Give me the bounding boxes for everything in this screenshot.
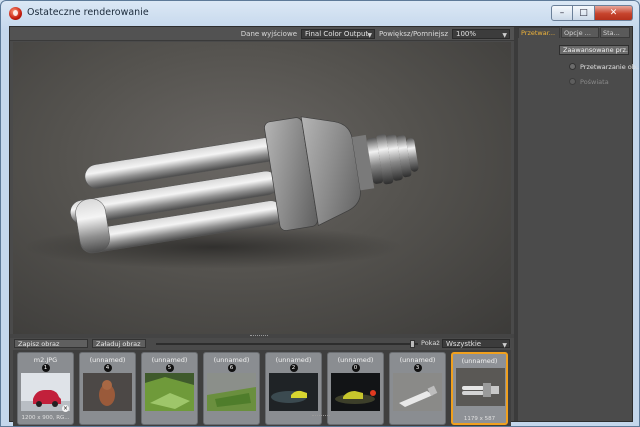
glow-option-label: Poświata (580, 78, 609, 86)
rendered-bulb-image (23, 116, 419, 269)
client-area: Dane wyjściowe Final Color Output ▼ Powi… (9, 26, 639, 426)
slider-handle[interactable] (410, 340, 415, 348)
thumbnail-item[interactable]: (unnamed) 0 (327, 352, 384, 425)
zoom-select-value: 100% (456, 29, 477, 38)
maximize-button[interactable]: □ (573, 5, 595, 21)
thumbnail-item[interactable]: m2.JPG 1 × 1200 x 900, RG... (17, 352, 74, 425)
thumbnail-badge: 2 (289, 364, 298, 372)
show-filter-value: Wszystkie (446, 339, 482, 348)
zoom-select[interactable]: 100% ▼ (452, 28, 510, 39)
thumbnail-image (331, 373, 380, 411)
load-image-button[interactable]: Załaduj obraz (92, 339, 146, 348)
show-label: Pokaż (421, 339, 440, 347)
title-bar[interactable]: Ostateczne renderowanie – □ ✕ (1, 1, 639, 25)
thumbnail-name: (unnamed) (399, 356, 436, 364)
thumbnail-strip: m2.JPG 1 × 1200 x 900, RG... (unnamed) 4 (13, 350, 511, 426)
glow-checkbox[interactable] (569, 78, 576, 85)
chevron-down-icon: ▼ (367, 31, 372, 39)
tab-statistics[interactable]: Sta... (600, 27, 630, 38)
processing-option-label: Przetwarzanie ob... (580, 63, 640, 71)
render-topbar: Dane wyjściowe Final Color Output ▼ Powi… (10, 27, 514, 41)
save-image-button[interactable]: Zapisz obraz (14, 339, 88, 348)
thumbnail-info: 1179 x 587 (463, 416, 496, 422)
render-viewport[interactable] (13, 42, 511, 334)
render-window: Ostateczne renderowanie – □ ✕ Dane wyjśc… (0, 0, 640, 427)
thumbnail-item[interactable]: (unnamed) 6 (203, 352, 260, 425)
thumbnail-image (207, 373, 256, 411)
remove-image-icon[interactable]: × (62, 405, 69, 412)
processing-checkbox[interactable] (569, 63, 576, 70)
chevron-down-icon: ▼ (502, 31, 507, 39)
side-panel: Przetwar... Opcje ... Sta... Zaawansowan… (518, 27, 639, 421)
thumbnail-badge: 4 (103, 364, 112, 372)
render-area: Dane wyjściowe Final Color Output ▼ Powi… (10, 27, 514, 426)
thumbnail-badge: 5 (165, 364, 174, 372)
thumbnail-image (145, 373, 194, 411)
bottom-grip[interactable] (312, 415, 330, 418)
thumbnail-image (393, 373, 442, 411)
thumbnail-name: m2.JPG (33, 356, 58, 364)
window-title: Ostateczne renderowanie (27, 7, 149, 18)
output-select[interactable]: Final Color Output ▼ (301, 28, 375, 39)
show-filter-select[interactable]: Wszystkie ▼ (442, 339, 510, 349)
thumbnail-badge: 0 (351, 364, 360, 372)
minimize-button[interactable]: – (551, 5, 573, 21)
chevron-down-icon: ▼ (502, 342, 507, 349)
thumbnail-name: (unnamed) (275, 356, 312, 364)
thumbnail-badge: 6 (227, 364, 236, 372)
thumbnail-info: 1200 x 900, RG... (21, 415, 70, 421)
output-select-value: Final Color Output (305, 29, 369, 38)
app-logo-icon (9, 7, 22, 20)
thumbnail-name: (unnamed) (151, 356, 188, 364)
thumbnail-image (456, 368, 505, 406)
advanced-processing-button[interactable]: Zaawansowane prz... (559, 45, 629, 55)
thumbnail-size-slider[interactable] (156, 343, 418, 345)
thumbnail-item[interactable]: (unnamed) 5 (141, 352, 198, 425)
thumbnail-image (269, 373, 318, 411)
tab-options[interactable]: Opcje ... (561, 27, 599, 38)
thumbnail-name: (unnamed) (337, 356, 374, 364)
thumbnail-badge: 3 (413, 364, 422, 372)
thumbnail-item[interactable]: (unnamed) 4 (79, 352, 136, 425)
thumbnail-name: (unnamed) (213, 356, 250, 364)
side-tabs: Przetwar... Opcje ... Sta... (518, 27, 632, 39)
window-controls: – □ ✕ (551, 5, 633, 22)
close-button[interactable]: ✕ (595, 5, 633, 21)
zoom-label: Powiększ/Pomniejsz (379, 29, 448, 38)
thumbnail-image (83, 373, 132, 411)
thumbnail-badge: 1 (41, 364, 50, 372)
thumbnail-item[interactable]: (unnamed) 3 (389, 352, 446, 425)
thumbnail-name: (unnamed) (461, 357, 498, 365)
tab-processing[interactable]: Przetwar... (518, 27, 560, 38)
thumbnail-item-selected[interactable]: (unnamed) 1179 x 587 (451, 352, 508, 425)
thumbnail-name: (unnamed) (89, 356, 126, 364)
thumbnail-toolbar: Zapisz obraz Załaduj obraz Pokaż Wszystk… (10, 338, 514, 349)
output-label: Dane wyjściowe (240, 29, 297, 38)
